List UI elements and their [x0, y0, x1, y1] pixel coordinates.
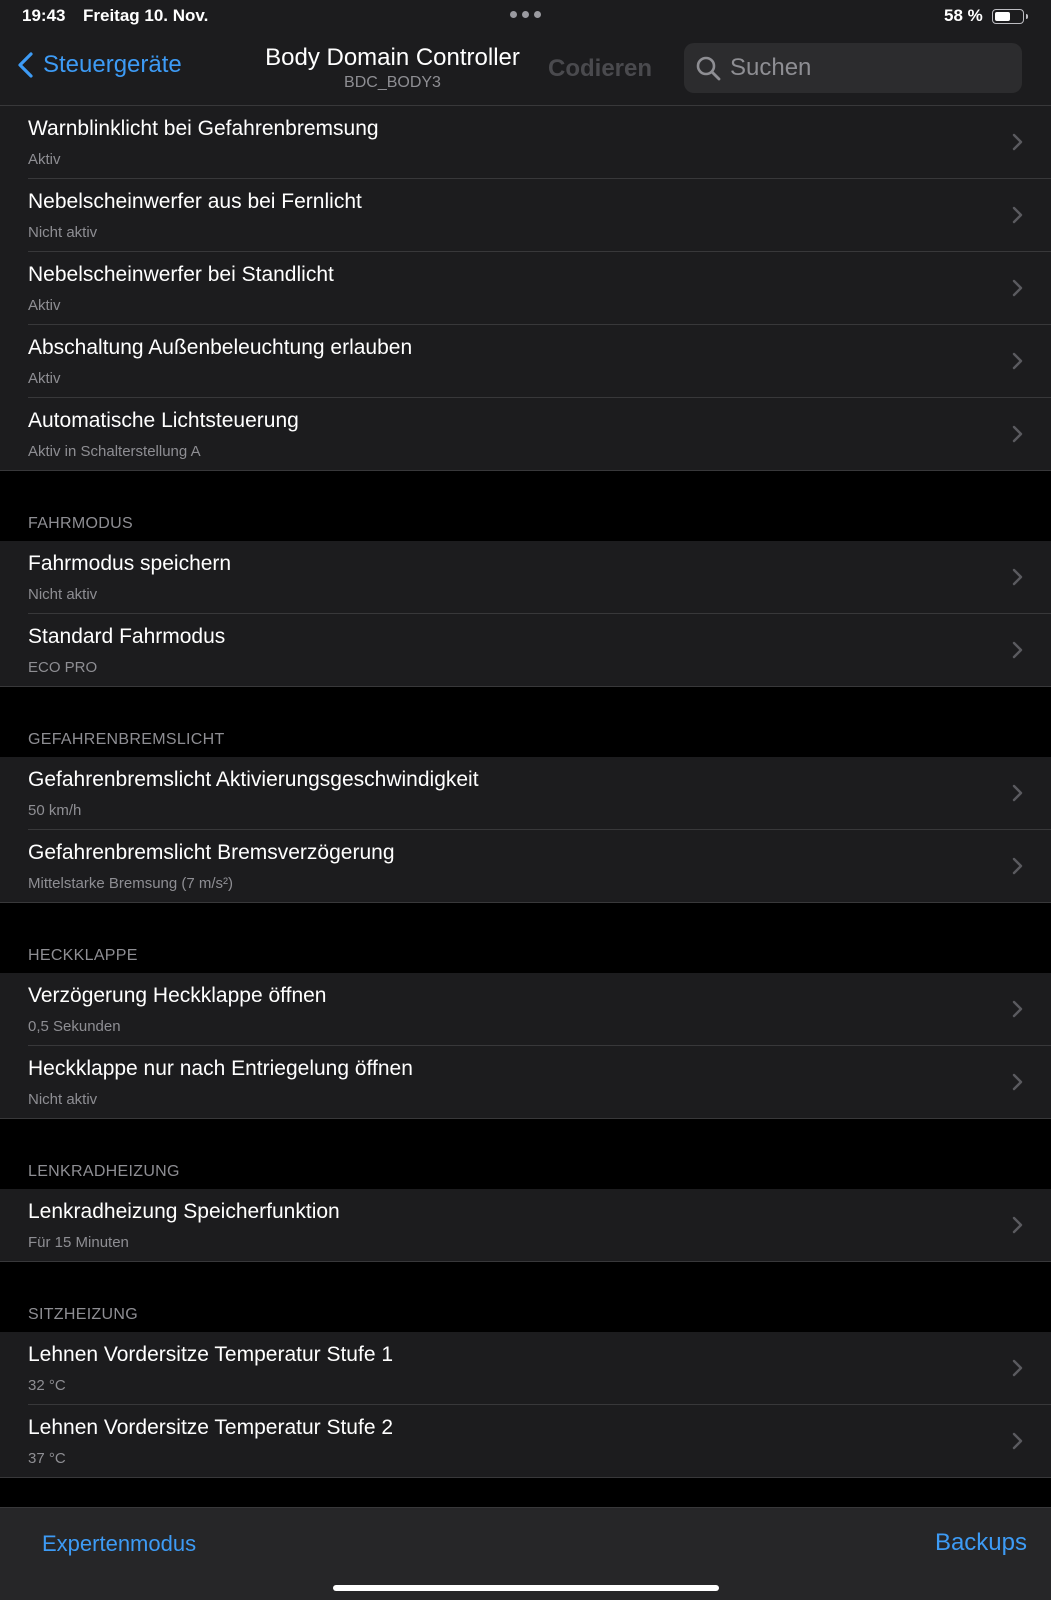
setting-title: Lenkradheizung Speicherfunktion — [28, 1200, 340, 1223]
setting-row[interactable]: Gefahrenbremslicht Aktivierungsgeschwind… — [0, 757, 1051, 830]
section-spacer: GEFAHRENBREMSLICHT — [0, 687, 1051, 757]
setting-title: Gefahrenbremslicht Aktivierungsgeschwind… — [28, 768, 479, 791]
setting-value: 0,5 Sekunden — [28, 1018, 121, 1035]
chevron-right-icon — [1012, 1432, 1023, 1450]
setting-row[interactable]: Standard Fahrmodus ECO PRO — [0, 614, 1051, 687]
setting-value: Nicht aktiv — [28, 586, 98, 603]
setting-value: Aktiv — [28, 297, 61, 314]
chevron-right-icon — [1012, 1000, 1023, 1018]
chevron-right-icon — [1012, 1216, 1023, 1234]
setting-title: Automatische Lichtsteuerung — [28, 409, 299, 432]
setting-row[interactable]: Fahrmodus speichern Nicht aktiv — [0, 541, 1051, 614]
setting-value: Mittelstarke Bremsung (7 m/s²) — [28, 875, 234, 892]
chevron-right-icon — [1012, 857, 1023, 875]
chevron-right-icon — [1012, 1073, 1023, 1091]
settings-screen: Regen-Licht-Sensor EmpfindlichkeitEmpfin… — [0, 0, 1051, 1600]
backups-button[interactable]: Backups — [935, 1529, 1027, 1557]
bottom-toolbar: Expertenmodus Backups — [0, 1507, 1051, 1600]
setting-title: Warnblinklicht bei Gefahrenbremsung — [28, 117, 379, 140]
setting-value: 32 °C — [28, 1377, 66, 1394]
setting-value: Nicht aktiv — [28, 1091, 98, 1108]
setting-title: Standard Fahrmodus — [28, 625, 226, 648]
section-header: GEFAHRENBREMSLICHT — [28, 731, 225, 748]
chevron-right-icon — [1012, 641, 1023, 659]
setting-value: 37 °C — [28, 1450, 66, 1467]
navigation-bar: Steuergeräte Body Domain Controller BDC_… — [0, 34, 1051, 106]
home-indicator[interactable] — [333, 1585, 719, 1591]
search-field[interactable]: Suchen — [684, 43, 1022, 93]
section-spacer: FAHRMODUS — [0, 471, 1051, 541]
settings-list[interactable]: Regen-Licht-Sensor EmpfindlichkeitEmpfin… — [0, 33, 1051, 1478]
section-header: HECKKLAPPE — [28, 947, 138, 964]
setting-row[interactable]: Lehnen Vordersitze Temperatur Stufe 2 37 … — [0, 1405, 1051, 1478]
setting-value: Aktiv in Schalterstellung A — [28, 443, 201, 460]
setting-row[interactable]: Abschaltung Außenbeleuchtung erlauben Akt… — [0, 325, 1051, 398]
setting-value: Nicht aktiv — [28, 224, 98, 241]
page-subtitle: BDC_BODY3 — [344, 74, 441, 91]
status-date: Freitag 10. Nov. — [83, 6, 209, 25]
setting-row[interactable]: Lenkradheizung Speicherfunktion Für 15 Mi… — [0, 1189, 1051, 1262]
setting-value: Aktiv — [28, 151, 61, 168]
section-header: FAHRMODUS — [28, 515, 133, 532]
setting-title: Heckklappe nur nach Entriegelung öffnen — [28, 1057, 413, 1080]
setting-row[interactable]: Nebelscheinwerfer aus bei Fernlicht Nicht… — [0, 179, 1051, 252]
codieren-button[interactable]: Codieren — [548, 55, 652, 83]
setting-title: Nebelscheinwerfer bei Standlicht — [28, 263, 334, 286]
section-spacer: SITZHEIZUNG — [0, 1262, 1051, 1332]
expertenmodus-button[interactable]: Expertenmodus — [42, 1531, 196, 1557]
chevron-right-icon — [1012, 279, 1023, 297]
section-header: LENKRADHEIZUNG — [28, 1163, 180, 1180]
section-spacer: HECKKLAPPE — [0, 903, 1051, 973]
setting-row[interactable]: Automatische Lichtsteuerung Aktiv in Scha… — [0, 398, 1051, 471]
chevron-right-icon — [1012, 206, 1023, 224]
status-bar: 19:43 Freitag 10. Nov. 58 % — [0, 0, 1051, 34]
search-placeholder: Suchen — [730, 54, 812, 81]
chevron-right-icon — [1012, 1359, 1023, 1377]
section-spacer: LENKRADHEIZUNG — [0, 1119, 1051, 1189]
setting-value: Für 15 Minuten — [28, 1234, 129, 1251]
setting-row[interactable]: Gefahrenbremslicht Bremsverzögerung Mitte… — [0, 830, 1051, 903]
section-header: SITZHEIZUNG — [28, 1306, 138, 1323]
status-time: 19:43 — [22, 6, 66, 25]
setting-row[interactable]: Nebelscheinwerfer bei Standlicht Aktiv — [0, 252, 1051, 325]
setting-title: Abschaltung Außenbeleuchtung erlauben — [28, 336, 413, 359]
search-icon — [696, 56, 721, 81]
setting-row[interactable]: Warnblinklicht bei Gefahrenbremsung Aktiv — [0, 106, 1051, 179]
setting-title: Gefahrenbremslicht Bremsverzögerung — [28, 841, 395, 864]
setting-title: Fahrmodus speichern — [28, 552, 232, 575]
setting-value: Aktiv — [28, 370, 61, 387]
battery-percentage: 58 % — [944, 6, 983, 25]
setting-title: Verzögerung Heckklappe öffnen — [28, 984, 327, 1007]
chevron-right-icon — [1012, 352, 1023, 370]
battery-icon — [992, 9, 1028, 24]
setting-value: 50 km/h — [28, 802, 82, 819]
chevron-right-icon — [1012, 425, 1023, 443]
setting-title: Lehnen Vordersitze Temperatur Stufe 2 — [28, 1416, 394, 1439]
setting-row[interactable]: Lehnen Vordersitze Temperatur Stufe 1 32 … — [0, 1332, 1051, 1405]
setting-row[interactable]: Verzögerung Heckklappe öffnen 0,5 Sekunde… — [0, 973, 1051, 1046]
setting-row[interactable]: Heckklappe nur nach Entriegelung öffnen N… — [0, 1046, 1051, 1119]
chevron-right-icon — [1012, 568, 1023, 586]
chevron-right-icon — [1012, 133, 1023, 151]
setting-value: ECO PRO — [28, 659, 98, 676]
setting-title: Nebelscheinwerfer aus bei Fernlicht — [28, 190, 362, 213]
setting-title: Lehnen Vordersitze Temperatur Stufe 1 — [28, 1343, 394, 1366]
page-title: Body Domain Controller — [265, 44, 520, 71]
ellipsis-icon[interactable] — [510, 11, 541, 18]
chevron-right-icon — [1012, 784, 1023, 802]
